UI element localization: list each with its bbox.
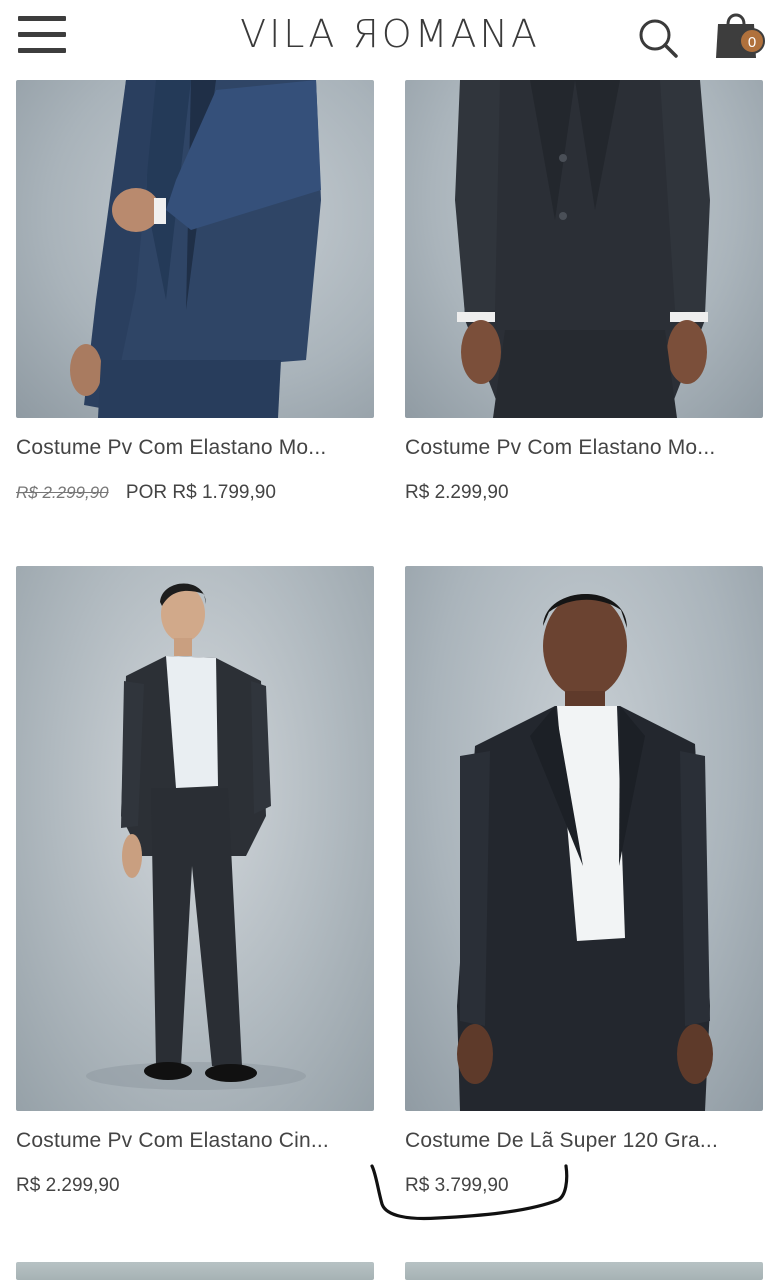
product-image[interactable] <box>16 566 374 1111</box>
product-image[interactable] <box>405 80 763 418</box>
search-icon[interactable] <box>636 16 680 60</box>
shopping-bag-icon[interactable]: 0 <box>712 8 768 62</box>
product-image[interactable] <box>405 566 763 1111</box>
site-header: VILA ЯOMANA 0 <box>0 0 780 78</box>
product-price-row: R$ 2.299,90 <box>16 1175 120 1197</box>
product-name[interactable]: Costume Pv Com Elastano Mo... <box>405 436 763 460</box>
hamburger-menu-icon[interactable] <box>18 16 68 54</box>
product-price: R$ 2.299,90 <box>16 1175 120 1196</box>
product-name[interactable]: Costume De Lã Super 120 Gra... <box>405 1129 763 1153</box>
product-image-partial[interactable] <box>16 1262 374 1280</box>
product-sale-price: POR R$ 1.799,90 <box>125 482 276 503</box>
product-price-row: R$ 2.299,90 <box>405 482 509 504</box>
product-name[interactable]: Costume Pv Com Elastano Mo... <box>16 436 374 460</box>
product-price-row: R$ 2.299,90 POR R$ 1.799,90 <box>16 482 276 504</box>
product-image-partial[interactable] <box>405 1262 763 1280</box>
brand-logo[interactable]: VILA ЯOMANA <box>210 12 570 56</box>
cart-count-badge: 0 <box>739 28 765 54</box>
handwritten-underline-annotation <box>370 1164 569 1221</box>
brand-logo-text: VILA ЯOMANA <box>240 12 540 56</box>
product-name[interactable]: Costume Pv Com Elastano Cin... <box>16 1129 374 1153</box>
product-old-price: R$ 2.299,90 <box>16 483 109 502</box>
product-image[interactable] <box>16 80 374 418</box>
product-price: R$ 2.299,90 <box>405 482 509 503</box>
